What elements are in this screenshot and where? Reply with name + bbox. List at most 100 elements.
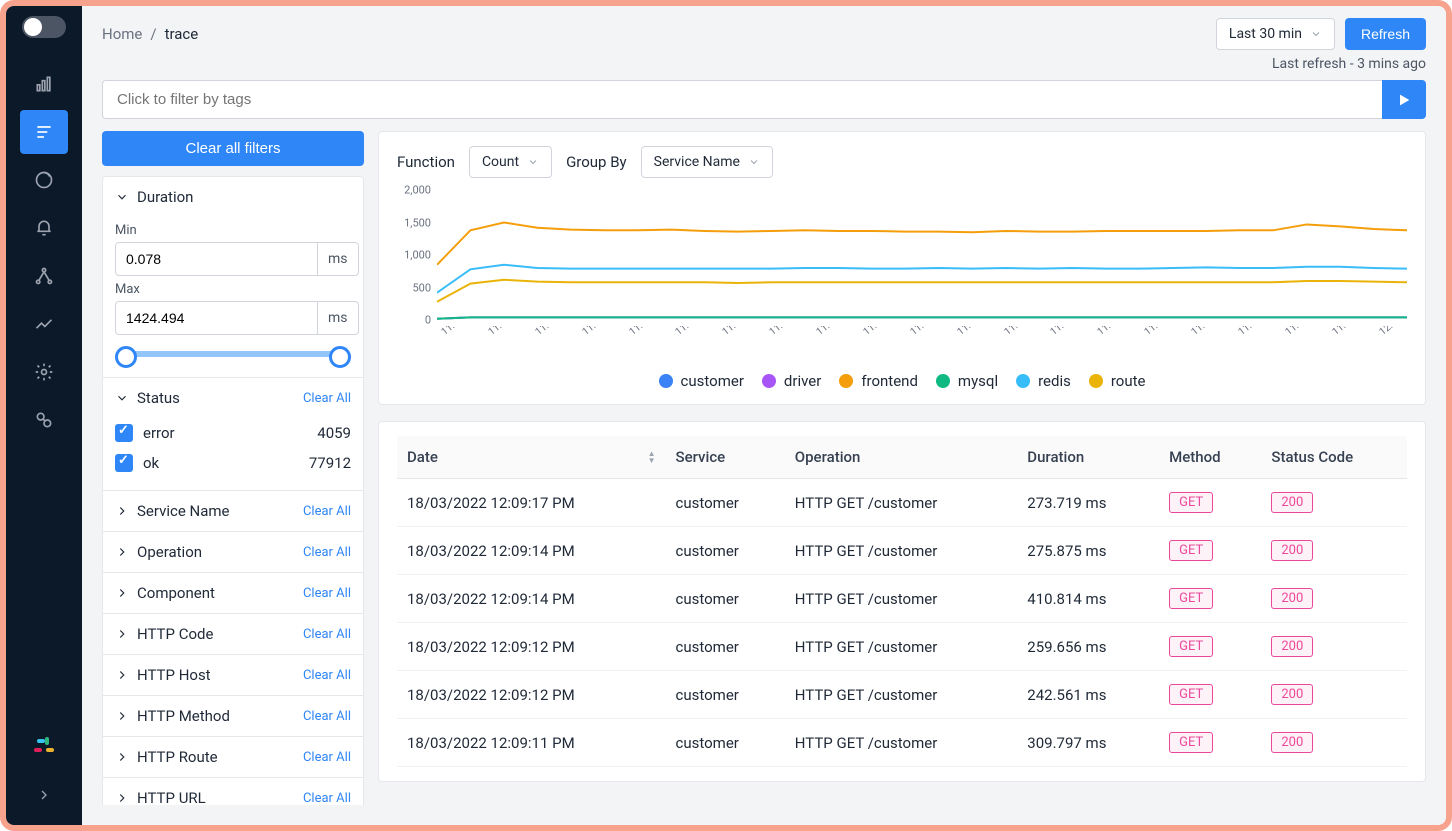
legend-item[interactable]: frontend xyxy=(839,372,918,390)
tag-filter-input[interactable] xyxy=(102,80,1382,119)
method-badge: GET xyxy=(1169,492,1213,513)
function-select[interactable]: Count xyxy=(469,146,552,178)
cell-service: customer xyxy=(666,479,785,527)
nav-alerts[interactable] xyxy=(20,206,68,250)
play-icon xyxy=(1396,92,1412,108)
chart-plot xyxy=(437,190,1407,320)
nav-traces[interactable] xyxy=(20,110,68,154)
method-badge: GET xyxy=(1169,588,1213,609)
filter-status-header[interactable]: Status Clear All xyxy=(103,378,363,418)
unit-label: ms xyxy=(318,301,359,335)
filter-header[interactable]: HTTP Code Clear All xyxy=(103,614,363,654)
col-duration[interactable]: Duration xyxy=(1017,436,1159,479)
nav-dashboards[interactable] xyxy=(20,158,68,202)
nav-usage[interactable] xyxy=(20,302,68,346)
cell-status: 200 xyxy=(1261,527,1407,575)
filter-header[interactable]: HTTP Method Clear All xyxy=(103,696,363,736)
filter-clear[interactable]: Clear All xyxy=(303,586,351,601)
legend-label: frontend xyxy=(861,372,918,390)
legend-dot xyxy=(936,374,950,388)
cell-method: GET xyxy=(1159,623,1261,671)
filter-clear[interactable]: Clear All xyxy=(303,668,351,683)
refresh-button[interactable]: Refresh xyxy=(1345,18,1426,50)
y-tick: 1,500 xyxy=(404,216,431,229)
col-service[interactable]: Service xyxy=(666,436,785,479)
cell-operation: HTTP GET /customer xyxy=(785,479,1018,527)
chevron-down-icon xyxy=(527,156,539,168)
breadcrumb-home[interactable]: Home xyxy=(102,25,142,43)
group-by-select[interactable]: Service Name xyxy=(641,146,773,178)
y-tick: 500 xyxy=(412,281,431,294)
nav-service-map[interactable] xyxy=(20,254,68,298)
filter-header[interactable]: HTTP URL Clear All xyxy=(103,778,363,805)
nav-settings[interactable] xyxy=(20,350,68,394)
duration-slider[interactable] xyxy=(119,351,347,357)
chart-card: Function Count Group By Service Name 2,0… xyxy=(378,131,1426,405)
cell-operation: HTTP GET /customer xyxy=(785,527,1018,575)
filter-clear[interactable]: Clear All xyxy=(303,504,351,519)
chevron-down-icon xyxy=(115,391,129,405)
cell-operation: HTTP GET /customer xyxy=(785,671,1018,719)
chevron-right-icon xyxy=(115,504,129,518)
filter-section: Service Name Clear All xyxy=(103,491,363,532)
checkbox[interactable] xyxy=(115,424,133,442)
legend-item[interactable]: customer xyxy=(659,372,744,390)
filter-clear[interactable]: Clear All xyxy=(303,791,351,806)
filter-header[interactable]: Service Name Clear All xyxy=(103,491,363,531)
legend-label: customer xyxy=(681,372,744,390)
method-badge: GET xyxy=(1169,540,1213,561)
table-row[interactable]: 18/03/2022 12:09:14 PM customer HTTP GET… xyxy=(397,527,1407,575)
filter-header[interactable]: HTTP Host Clear All xyxy=(103,655,363,695)
table-row[interactable]: 18/03/2022 12:09:14 PM customer HTTP GET… xyxy=(397,575,1407,623)
col-date[interactable]: Date▲▼ xyxy=(397,436,666,479)
group-by-label: Group By xyxy=(566,153,627,171)
table-row[interactable]: 18/03/2022 12:09:17 PM customer HTTP GET… xyxy=(397,479,1407,527)
chevron-right-icon xyxy=(115,627,129,641)
duration-max-input[interactable] xyxy=(115,301,318,335)
legend-item[interactable]: driver xyxy=(762,372,821,390)
filter-header[interactable]: Component Clear All xyxy=(103,573,363,613)
col-operation[interactable]: Operation xyxy=(785,436,1018,479)
legend-item[interactable]: route xyxy=(1089,372,1146,390)
filter-clear[interactable]: Clear All xyxy=(303,709,351,724)
nav-instrumentation[interactable] xyxy=(20,398,68,442)
cell-duration: 275.875 ms xyxy=(1017,527,1159,575)
dark-mode-toggle[interactable] xyxy=(22,16,66,38)
chevron-right-icon xyxy=(115,586,129,600)
filter-status-clear[interactable]: Clear All xyxy=(303,391,351,406)
time-range-select[interactable]: Last 30 min xyxy=(1216,18,1335,50)
legend-item[interactable]: redis xyxy=(1016,372,1071,390)
run-query-button[interactable] xyxy=(1382,80,1426,119)
col-method[interactable]: Method xyxy=(1159,436,1261,479)
method-badge: GET xyxy=(1169,636,1213,657)
table-row[interactable]: 18/03/2022 12:09:12 PM customer HTTP GET… xyxy=(397,671,1407,719)
status-row: ok 77912 xyxy=(115,448,351,478)
filter-header[interactable]: Operation Clear All xyxy=(103,532,363,572)
duration-min-input[interactable] xyxy=(115,242,318,276)
cell-method: GET xyxy=(1159,527,1261,575)
status-badge: 200 xyxy=(1271,636,1313,657)
filter-duration-header[interactable]: Duration xyxy=(103,177,363,217)
cell-operation: HTTP GET /customer xyxy=(785,575,1018,623)
cell-date: 18/03/2022 12:09:11 PM xyxy=(397,719,666,767)
col-status[interactable]: Status Code xyxy=(1261,436,1407,479)
checkbox[interactable] xyxy=(115,454,133,472)
filter-clear[interactable]: Clear All xyxy=(303,627,351,642)
table-row[interactable]: 18/03/2022 12:09:11 PM customer HTTP GET… xyxy=(397,719,1407,767)
sidebar-expand[interactable] xyxy=(20,773,68,817)
nav-metrics[interactable] xyxy=(20,62,68,106)
slack-icon[interactable] xyxy=(20,725,68,769)
chevron-right-icon xyxy=(115,791,129,805)
table-row[interactable]: 18/03/2022 12:09:12 PM customer HTTP GET… xyxy=(397,623,1407,671)
sort-icon: ▲▼ xyxy=(648,450,656,464)
filter-clear[interactable]: Clear All xyxy=(303,750,351,765)
filter-clear[interactable]: Clear All xyxy=(303,545,351,560)
clear-all-filters-button[interactable]: Clear all filters xyxy=(102,131,364,166)
cell-duration: 242.561 ms xyxy=(1017,671,1159,719)
max-label: Max xyxy=(115,282,351,297)
cell-duration: 309.797 ms xyxy=(1017,719,1159,767)
filter-header[interactable]: HTTP Route Clear All xyxy=(103,737,363,777)
status-badge: 200 xyxy=(1271,732,1313,753)
function-label: Function xyxy=(397,153,455,171)
legend-item[interactable]: mysql xyxy=(936,372,998,390)
